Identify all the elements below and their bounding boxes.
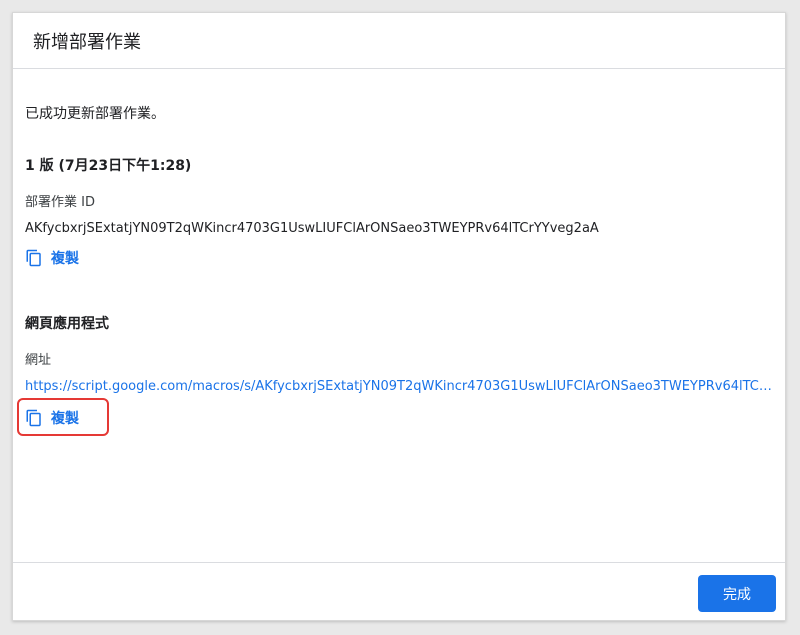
dialog-header: 新增部署作業 [13,13,785,69]
dialog-title: 新增部署作業 [33,31,141,53]
copy-deployment-id-button[interactable]: 複製 [25,248,79,268]
dialog-body: 已成功更新部署作業。 1 版 (7月23日下午1:28) 部署作業 ID AKf… [13,70,785,562]
dialog-footer: 完成 [13,562,785,620]
deploy-dialog: 新增部署作業 已成功更新部署作業。 1 版 (7月23日下午1:28) 部署作業… [12,12,786,621]
version-label: 1 版 (7月23日下午1:28) [25,158,192,174]
copy-icon [25,249,43,267]
web-app-url-link[interactable]: https://script.google.com/macros/s/AKfyc… [25,379,775,394]
copy-url-button[interactable]: 複製 [17,398,109,436]
copy-label: 複製 [51,251,79,267]
deployment-id-value: AKfycbxrjSExtatjYN09T2qWKincr4703G1UswLI… [25,221,599,236]
deployment-id-label: 部署作業 ID [25,195,95,210]
copy-icon [25,409,43,427]
done-button[interactable]: 完成 [698,575,776,612]
copy-label: 複製 [51,411,79,427]
web-app-section-title: 網頁應用程式 [25,316,109,332]
status-message: 已成功更新部署作業。 [25,106,165,122]
url-label: 網址 [25,353,52,368]
